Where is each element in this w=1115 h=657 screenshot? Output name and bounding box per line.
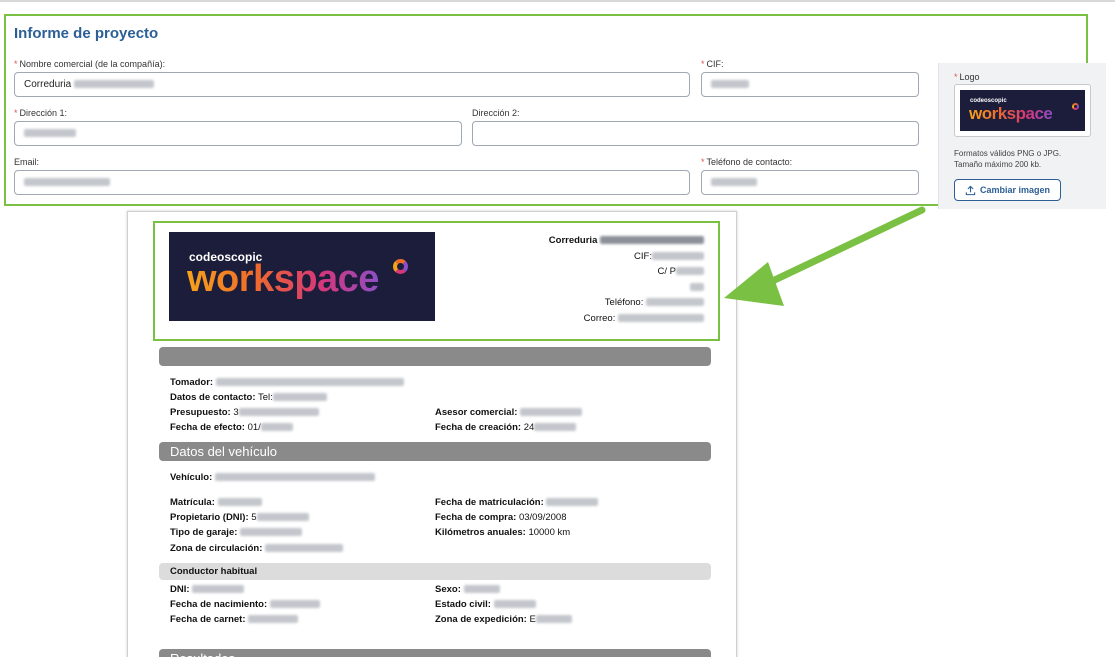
license-date-field: Fecha de carnet: — [170, 614, 299, 625]
top-divider — [0, 0, 1115, 2]
logo-help-text: Formatos válidos PNG o JPG. Tamaño máxim… — [954, 149, 1062, 169]
creation-date-field: Fecha de creación: 24 — [435, 422, 577, 433]
report-title-bar — [159, 347, 711, 366]
company-info: Correduria CIF: C/ P Teléfono: Correo: — [549, 233, 704, 326]
brand-logo-large: codeoscopic workspace — [169, 232, 435, 321]
plate-field: Matrícula: — [170, 497, 262, 508]
advisor-field: Asesor comercial: — [435, 407, 583, 418]
marital-status-field: Estado civil: — [435, 599, 536, 610]
cif-input[interactable] — [701, 72, 919, 97]
budget-field: Presupuesto: 3 — [170, 407, 319, 418]
form-title: Informe de proyecto — [14, 25, 159, 42]
brand-ring-icon — [393, 259, 408, 274]
sex-field: Sexo: — [435, 584, 500, 595]
logo-preview: codeoscopic workspace — [954, 84, 1091, 137]
effective-date-field: Fecha de efecto: 01/ — [170, 422, 293, 433]
purchase-date-field: Fecha de compra: 03/09/2008 — [435, 512, 567, 523]
garage-type-field: Tipo de garaje: — [170, 527, 303, 538]
vehicle-field: Vehículo: — [170, 472, 375, 483]
driver-dni-field: DNI: — [170, 584, 245, 595]
report-header-highlight: codeoscopic workspace Correduria CIF: C/… — [153, 221, 720, 341]
logo-label: * Logo — [954, 72, 980, 82]
cif-label: * CIF: — [701, 59, 724, 69]
upload-icon — [965, 185, 976, 195]
brand-logo-small: codeoscopic workspace — [960, 90, 1085, 131]
birth-date-field: Fecha de nacimiento: — [170, 599, 320, 610]
report-preview: codeoscopic workspace Correduria CIF: C/… — [127, 211, 737, 657]
brand-ring-icon — [1072, 103, 1079, 110]
company-name-input[interactable]: Correduria — [14, 72, 690, 97]
results-section-bar: Resultados — [159, 649, 711, 657]
circulation-zone-field: Zona de circulación: — [170, 543, 344, 554]
email-label: Email: — [14, 157, 40, 167]
tomador-field: Tomador: — [170, 377, 404, 388]
annual-km-field: Kilómetros anuales: 10000 km — [435, 527, 571, 538]
email-input[interactable] — [14, 170, 690, 195]
address2-input[interactable] — [472, 121, 919, 146]
owner-dni-field: Propietario (DNI): 5 — [170, 512, 309, 523]
vehicle-section-bar: Datos del vehículo — [159, 442, 711, 461]
driver-section-bar: Conductor habitual — [159, 563, 711, 580]
phone-input[interactable] — [701, 170, 919, 195]
registration-date-field: Fecha de matriculación: — [435, 497, 599, 508]
logo-panel: * Logo codeoscopic workspace Formatos vál… — [938, 63, 1106, 209]
address2-label: Dirección 2: — [472, 108, 520, 118]
address1-input[interactable] — [14, 121, 462, 146]
company-name-label: * Nombre comercial (de la compañía): — [14, 59, 166, 69]
address1-label: * Dirección 1: — [14, 108, 68, 118]
phone-label: * Teléfono de contacto: — [701, 157, 793, 167]
project-report-form: Informe de proyecto * Nombre comercial (d… — [4, 14, 1088, 206]
contact-field: Datos de contacto: Tel: — [170, 392, 327, 403]
change-image-button[interactable]: Cambiar imagen — [954, 179, 1061, 201]
issuing-zone-field: Zona de expedición: E — [435, 614, 572, 625]
